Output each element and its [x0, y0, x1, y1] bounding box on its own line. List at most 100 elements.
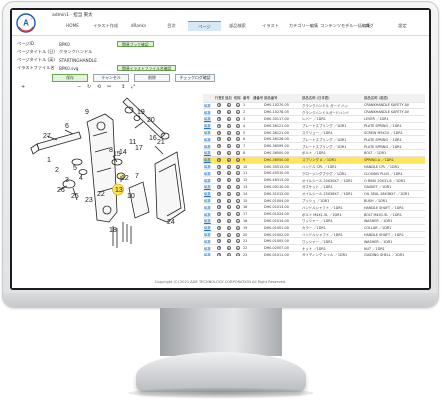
minus-icon[interactable]: −: [235, 130, 240, 135]
form-value[interactable]: BPK0.svg: [59, 66, 117, 71]
table-row[interactable]: 編集 ↑ + −21 DH0-01005-00 ワッシャー ／1DR1 WASHER ／1D…: [203, 237, 425, 246]
part-callout[interactable]: 4: [79, 175, 83, 182]
plus-icon[interactable]: +: [226, 157, 231, 162]
plus-icon[interactable]: +: [226, 218, 231, 223]
edit-link[interactable]: 編集: [203, 163, 214, 171]
table-row[interactable]: 編集 ↑ + −23 DH0-01011-00 ガイディング シェル ／1DR1 GUIDI…: [203, 251, 425, 256]
table-row[interactable]: 編集 ↑ + −16 DH0-01013-00 ハンドルシャフト ／1DR1 HANDLE …: [203, 203, 425, 212]
edit-link[interactable]: 編集: [203, 156, 214, 164]
check-log-button[interactable]: チェックログ確認: [175, 74, 215, 82]
edit-link[interactable]: 編集: [203, 190, 214, 198]
move-row-icon[interactable]: ↑: [214, 183, 224, 191]
part-callout[interactable]: 1: [47, 157, 51, 164]
minus-icon[interactable]: −: [235, 184, 240, 189]
delete-row-icon[interactable]: −: [233, 108, 242, 117]
table-row[interactable]: 編集 ↑ + −4 DH0-36121-00 プレートスプリング ／1DR1 PLATE S…: [203, 122, 425, 130]
part-callout[interactable]: 3: [65, 177, 69, 184]
minus-icon[interactable]: −: [235, 212, 240, 217]
part-callout[interactable]: 27: [43, 133, 51, 140]
arrow-up-icon[interactable]: ↑: [217, 116, 221, 121]
table-row[interactable]: 編集 ↑ + −17 DH0-01024-00 ボルト M4X1.5L ／1DR1 BOLT…: [203, 210, 425, 219]
tab-0[interactable]: HOME: [56, 21, 89, 31]
delete-row-icon[interactable]: −: [233, 203, 242, 212]
table-row[interactable]: 編集 ↑ + −15 DH0-01004-00 ブッシュ ／1DR1 BUSH ／1DR1: [203, 197, 425, 205]
arrow-up-icon[interactable]: ↑: [217, 252, 221, 256]
part-callout[interactable]: 21: [157, 139, 165, 146]
minus-icon[interactable]: −: [235, 123, 240, 128]
minus-icon[interactable]: −: [235, 157, 240, 162]
minus-icon[interactable]: −: [235, 164, 240, 169]
move-row-icon[interactable]: ↑: [214, 251, 224, 256]
part-callout[interactable]: 7: [135, 173, 139, 180]
arrow-up-icon[interactable]: ↑: [217, 212, 221, 217]
move-row-icon[interactable]: ↑: [214, 115, 224, 123]
arrow-up-icon[interactable]: ↑: [217, 137, 221, 142]
add-row-icon[interactable]: +: [224, 115, 233, 123]
table-row[interactable]: 編集 ↑ + −11 DH0-40510-00 クロージングプラグ ／1DR1 CLOSIN…: [203, 169, 425, 178]
minus-icon[interactable]: −: [235, 171, 240, 176]
cancel-button[interactable]: キャンセル: [93, 74, 129, 82]
table-row[interactable]: 編集 ↑ + −6 DH0-36126-00 プレートスプリング ／1DR1 PLATE S…: [203, 135, 425, 144]
table-row[interactable]: 編集 ↑ + −3 DH0-30117-00 レバー ／1DR1 LEVER ／1DR1: [203, 115, 425, 123]
delete-row-icon[interactable]: −: [233, 176, 242, 185]
plus-icon[interactable]: +: [226, 164, 231, 169]
arrow-up-icon[interactable]: ↑: [217, 178, 221, 183]
edit-link[interactable]: 編集: [203, 129, 214, 137]
part-callout[interactable]: 19: [137, 109, 145, 116]
delete-row-icon[interactable]: −: [233, 156, 242, 164]
delete-row-icon[interactable]: −: [233, 190, 242, 198]
move-row-icon[interactable]: ↑: [214, 237, 224, 246]
edit-link[interactable]: 編集: [203, 115, 214, 123]
add-row-icon[interactable]: +: [224, 142, 233, 151]
add-row-icon[interactable]: +: [224, 190, 233, 198]
plus-icon[interactable]: +: [226, 191, 231, 196]
tab-7[interactable]: カテゴリー編集: [287, 21, 320, 31]
drawing-tool-icon[interactable]: ✂: [107, 84, 111, 90]
add-row-icon[interactable]: +: [224, 183, 233, 191]
arrow-up-icon[interactable]: ↑: [217, 232, 221, 237]
part-callout[interactable]: 6: [65, 123, 69, 130]
tab-2[interactable]: dRanks: [122, 21, 155, 31]
arrow-up-icon[interactable]: ↑: [217, 123, 221, 128]
delete-row-icon[interactable]: −: [233, 169, 242, 178]
minus-icon[interactable]: −: [235, 103, 240, 108]
move-row-icon[interactable]: ↑: [214, 217, 224, 225]
part-callout[interactable]: 18: [109, 227, 117, 234]
delete-row-icon[interactable]: −: [233, 129, 242, 137]
drawing-tool-icon[interactable]: ⟲: [97, 84, 101, 90]
drawing-tool-icon[interactable]: ↕: [121, 84, 125, 90]
add-row-icon[interactable]: +: [224, 108, 233, 117]
tab-8[interactable]: コンテンツモデル一括編集: [320, 21, 370, 31]
plus-icon[interactable]: +: [226, 116, 231, 121]
delete-row-icon[interactable]: −: [233, 237, 242, 246]
part-callout[interactable]: 2: [55, 167, 59, 174]
plus-icon[interactable]: +: [226, 103, 231, 108]
save-button[interactable]: 保存: [52, 74, 88, 82]
plus-icon[interactable]: +: [226, 130, 231, 135]
arrow-up-icon[interactable]: ↑: [217, 144, 221, 149]
part-callout[interactable]: 9: [85, 109, 89, 116]
minus-icon[interactable]: −: [235, 246, 240, 251]
part-callout[interactable]: 25: [71, 193, 79, 200]
tab-5[interactable]: 部品検索: [221, 21, 254, 31]
minus-icon[interactable]: −: [235, 110, 240, 115]
form-value[interactable]: BPK0: [59, 42, 117, 47]
plus-icon[interactable]: +: [226, 144, 231, 149]
add-row-icon[interactable]: +: [224, 176, 233, 185]
move-row-icon[interactable]: ↑: [214, 149, 224, 157]
arrow-up-icon[interactable]: ↑: [217, 239, 221, 244]
move-row-icon[interactable]: ↑: [214, 156, 224, 164]
arrow-up-icon[interactable]: ↑: [217, 164, 221, 169]
add-row-icon[interactable]: +: [224, 224, 233, 232]
move-row-icon[interactable]: ↑: [214, 129, 224, 137]
table-row[interactable]: 編集 ↑ + −13 DH0-00110-00 ガスケット ／1DR1 GASKET ／1D…: [203, 183, 425, 191]
drawing-tool-icon[interactable]: +: [21, 84, 25, 90]
part-callout[interactable]: 16: [149, 135, 157, 142]
edit-link[interactable]: 編集: [203, 142, 214, 151]
arrow-up-icon[interactable]: ↑: [217, 157, 221, 162]
table-row[interactable]: 編集 ↑ + −12 DH0-46313-00 オイルシール 20X30X7 ／1DR1 O…: [203, 176, 425, 185]
table-row[interactable]: 編集 ↑ + −10 DH0-30513-00 ハンドル CPL ／1DR1 HANDLE …: [203, 163, 425, 171]
add-row-icon[interactable]: +: [224, 163, 233, 171]
part-callout[interactable]: 20: [147, 117, 155, 124]
arrow-up-icon[interactable]: ↑: [217, 198, 221, 203]
